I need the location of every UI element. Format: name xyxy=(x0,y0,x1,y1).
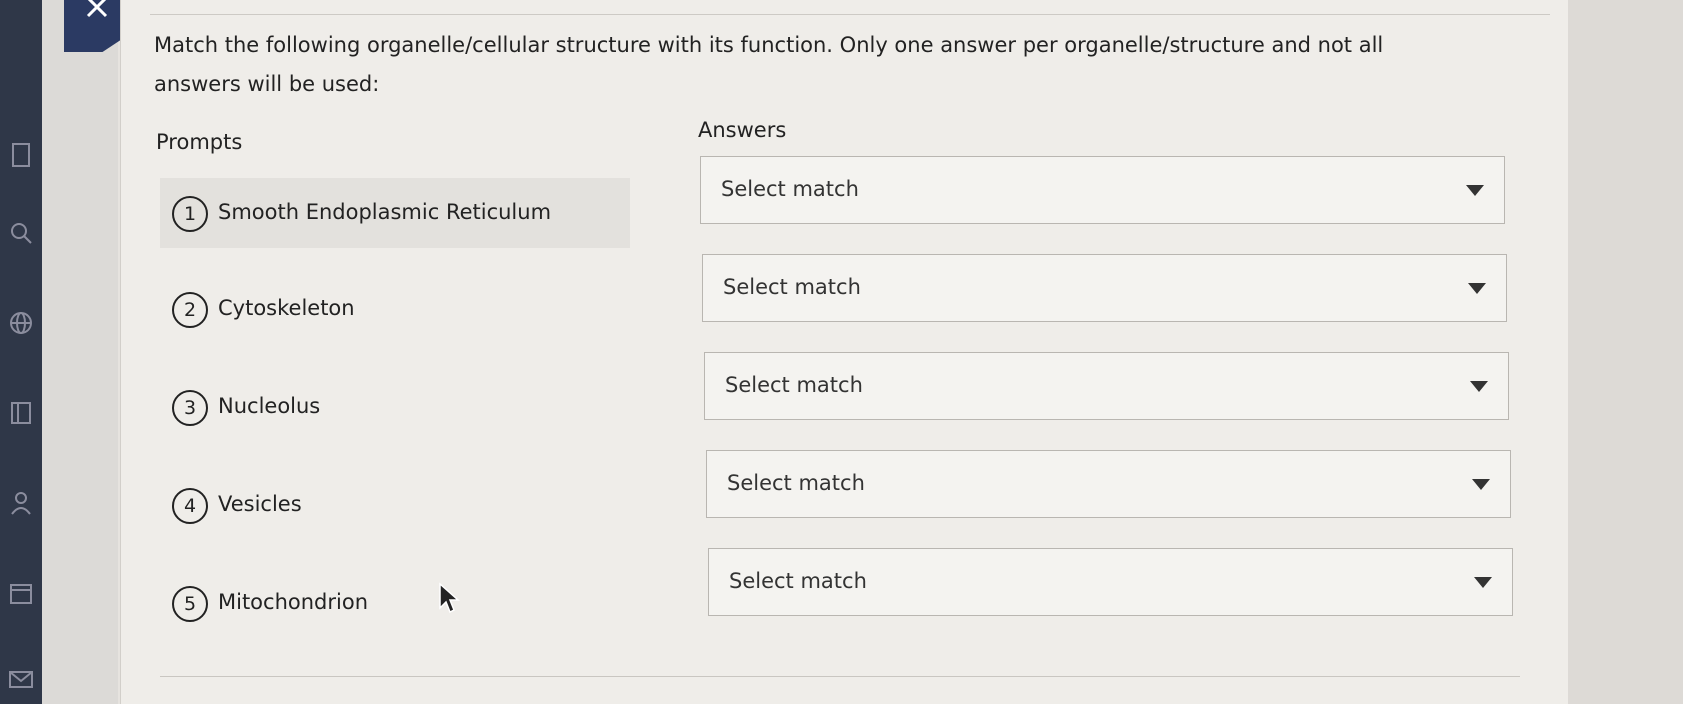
sidebar-gap xyxy=(42,0,118,704)
chevron-down-icon xyxy=(1468,283,1486,294)
prompt-label: Nucleolus xyxy=(218,394,321,418)
globe-icon[interactable] xyxy=(6,308,36,338)
prompt-label: Smooth Endoplasmic Reticulum xyxy=(218,200,552,224)
select-value: Select match xyxy=(725,373,863,397)
answer-select-4[interactable]: Select match xyxy=(706,450,1511,518)
answer-select-2[interactable]: Select match xyxy=(702,254,1507,322)
prompt-item: 2 Cytoskeleton xyxy=(160,274,630,344)
prompt-label: Cytoskeleton xyxy=(218,296,355,320)
prompt-label: Mitochondrion xyxy=(218,590,369,614)
people-icon[interactable] xyxy=(6,488,36,518)
prompt-item: 3 Nucleolus xyxy=(160,372,630,442)
prompt-label: Vesicles xyxy=(218,492,302,516)
close-icon xyxy=(86,0,108,18)
prompt-item: 1 Smooth Endoplasmic Reticulum xyxy=(160,178,630,248)
chevron-down-icon xyxy=(1466,185,1484,196)
prompt-number: 1 xyxy=(172,196,208,232)
bottom-divider xyxy=(160,676,1520,677)
select-value: Select match xyxy=(727,471,865,495)
select-value: Select match xyxy=(721,177,859,201)
prompt-item: 5 Mitochondrion xyxy=(160,568,630,638)
right-background xyxy=(1568,0,1683,704)
prompt-number: 2 xyxy=(172,292,208,328)
chevron-down-icon xyxy=(1470,381,1488,392)
search-icon[interactable] xyxy=(6,218,36,248)
prompt-number: 3 xyxy=(172,390,208,426)
select-value: Select match xyxy=(723,275,861,299)
calendar-icon[interactable] xyxy=(6,578,36,608)
book-icon[interactable] xyxy=(6,398,36,428)
chevron-down-icon xyxy=(1472,479,1490,490)
prompts-header: Prompts xyxy=(156,130,243,154)
answer-select-5[interactable]: Select match xyxy=(708,548,1513,616)
answer-select-1[interactable]: Select match xyxy=(700,156,1505,224)
chevron-down-icon xyxy=(1474,577,1492,588)
answer-select-3[interactable]: Select match xyxy=(704,352,1509,420)
top-divider xyxy=(150,14,1550,15)
mail-icon[interactable] xyxy=(6,664,36,694)
document-icon[interactable] xyxy=(6,140,36,170)
prompt-number: 5 xyxy=(172,586,208,622)
prompt-item: 4 Vesicles xyxy=(160,470,630,540)
mouse-pointer-icon xyxy=(439,582,460,614)
answers-header: Answers xyxy=(698,118,787,142)
question-text: Match the following organelle/cellular s… xyxy=(154,33,1384,96)
app-sidebar xyxy=(0,0,42,704)
prompt-number: 4 xyxy=(172,488,208,524)
select-value: Select match xyxy=(729,569,867,593)
